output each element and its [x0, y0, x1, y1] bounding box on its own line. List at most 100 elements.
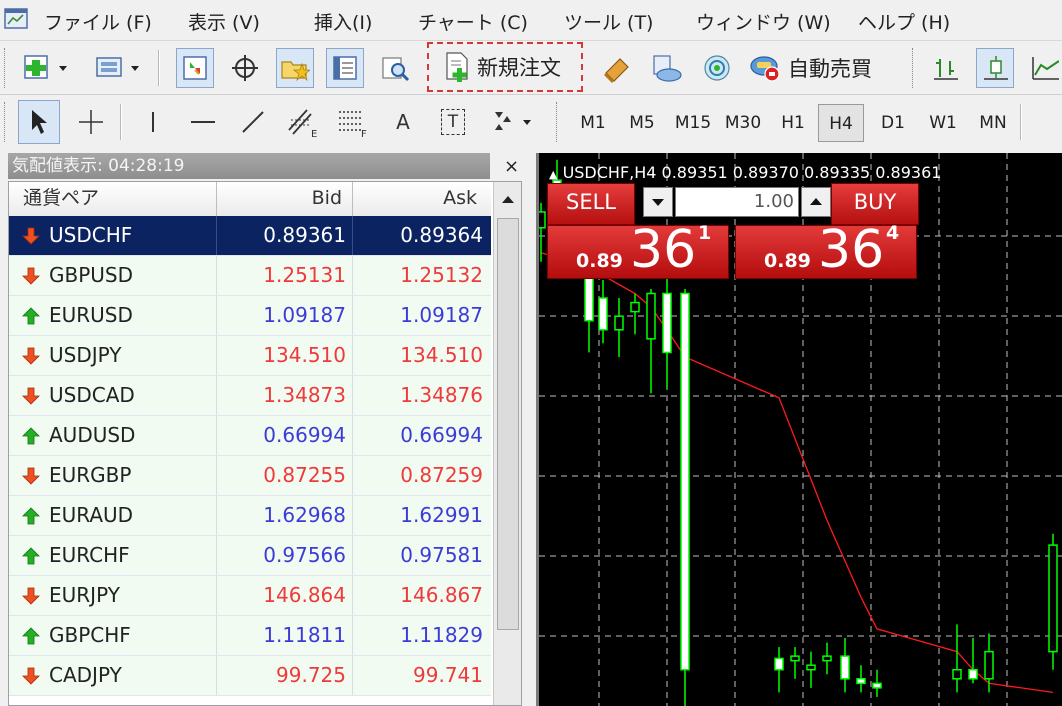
- buy-label-button[interactable]: BUY: [831, 183, 919, 225]
- auto-trading-button[interactable]: 自動売買: [748, 48, 872, 88]
- new-order-button[interactable]: 新規注文: [427, 42, 583, 92]
- horizontal-line-tool-button[interactable]: [184, 100, 222, 144]
- svg-text:F: F: [361, 129, 367, 138]
- lot-decrease-button[interactable]: [643, 187, 673, 217]
- table-row[interactable]: GBPCHF 1.11811 1.11829: [9, 616, 491, 656]
- table-row[interactable]: USDCAD 1.34873 1.34876: [9, 376, 491, 416]
- one-click-trading-panel: SELL BUY 1.00 0.89 36 1 0.89 36 4: [547, 183, 927, 283]
- ask-cell: 146.867: [400, 583, 483, 607]
- toolbar-grip[interactable]: [4, 48, 8, 88]
- table-row[interactable]: EURCHF 0.97566 0.97581: [9, 536, 491, 576]
- sell-price-button[interactable]: 0.89 36 1: [547, 220, 729, 280]
- timeframe-m30[interactable]: M30: [720, 104, 766, 142]
- table-row[interactable]: EURJPY 146.864 146.867: [9, 576, 491, 616]
- crosshair-tool-button[interactable]: [72, 100, 110, 144]
- text-label-tool-button[interactable]: T: [434, 100, 472, 144]
- signals-button[interactable]: [648, 48, 686, 88]
- candle-body: [774, 657, 784, 671]
- data-window-button[interactable]: [226, 48, 264, 88]
- symbol-cell: CADJPY: [9, 656, 217, 695]
- lot-increase-button[interactable]: [801, 187, 831, 217]
- timeframe-w1[interactable]: W1: [920, 104, 966, 142]
- column-header-ask[interactable]: Ask: [353, 182, 491, 216]
- menu-view[interactable]: 表示 (V): [188, 8, 260, 35]
- metaeditor-button[interactable]: [598, 48, 636, 88]
- table-row[interactable]: CADJPY 99.725 99.741: [9, 656, 491, 696]
- timeframe-m1[interactable]: M1: [570, 104, 616, 142]
- ask-cell: 0.97581: [400, 543, 483, 567]
- scrollbar-thumb[interactable]: [497, 218, 519, 630]
- market-watch-scrollbar[interactable]: [493, 182, 521, 705]
- toolbar-grip[interactable]: [912, 48, 916, 88]
- collapse-triangle-icon[interactable]: ▲: [549, 168, 557, 181]
- cursor-tool-button[interactable]: [18, 100, 60, 144]
- trendline-tool-button[interactable]: [234, 100, 272, 144]
- table-row[interactable]: EURAUD 1.62968 1.62991: [9, 496, 491, 536]
- table-row[interactable]: USDJPY 134.510 134.510: [9, 336, 491, 376]
- market-watch-icon: [183, 56, 207, 80]
- menu-file[interactable]: ファイル (F): [44, 8, 152, 35]
- text-tool-button[interactable]: A: [384, 100, 422, 144]
- ask-cell: 1.09187: [400, 303, 483, 327]
- text-label-icon: T: [441, 109, 465, 135]
- equidistant-channel-tool-button[interactable]: E: [284, 100, 322, 144]
- timeframe-m5[interactable]: M5: [619, 104, 665, 142]
- candle-body: [1048, 544, 1058, 653]
- candlestick-chart-button[interactable]: [976, 48, 1014, 88]
- fibonacci-tool-button[interactable]: F: [334, 100, 372, 144]
- new-chart-icon: [24, 55, 67, 79]
- timeframe-m15[interactable]: M15: [670, 104, 716, 142]
- sell-label-button[interactable]: SELL: [547, 183, 635, 225]
- candle-body: [680, 292, 690, 671]
- menu-help[interactable]: ヘルプ (H): [858, 8, 950, 35]
- timeframe-h1[interactable]: H1: [770, 104, 816, 142]
- table-row[interactable]: EURUSD 1.09187 1.09187: [9, 296, 491, 336]
- market-watch-panel: 通貨ペア Bid Ask USDCHF 0.89361 0.89364 GBPUSD 1…: [8, 181, 522, 706]
- timeframe-mn[interactable]: MN: [970, 104, 1016, 142]
- chart-window[interactable]: ▲ USDCHF,H4 0.89351 0.89370 0.89335 0.89…: [536, 153, 1062, 706]
- column-header-pair[interactable]: 通貨ペア: [9, 182, 217, 216]
- candle-body: [539, 211, 546, 229]
- crosshair-icon: [79, 110, 103, 134]
- table-row[interactable]: GBPUSD 1.25131 1.25132: [9, 256, 491, 296]
- toolbar-grip[interactable]: [4, 102, 8, 142]
- menu-tools[interactable]: ツール (T): [564, 8, 653, 35]
- column-header-bid[interactable]: Bid: [217, 182, 353, 216]
- market-button[interactable]: [698, 48, 736, 88]
- market-watch-toggle-button[interactable]: [176, 48, 214, 88]
- menu-insert[interactable]: 挿入(I): [314, 8, 372, 35]
- table-row[interactable]: AUDUSD 0.66994 0.66994: [9, 416, 491, 456]
- vertical-line-tool-button[interactable]: [134, 100, 172, 144]
- menu-chart[interactable]: チャート (C): [418, 8, 528, 35]
- bar-chart-button[interactable]: [926, 48, 964, 88]
- table-row[interactable]: EURGBP 0.87255 0.87259: [9, 456, 491, 496]
- candle-body: [856, 678, 866, 685]
- navigator-button[interactable]: [276, 48, 314, 88]
- line-chart-button[interactable]: [1026, 48, 1062, 88]
- terminal-button[interactable]: [326, 48, 364, 88]
- menu-window[interactable]: ウィンドウ (W): [696, 8, 831, 35]
- timeframe-d1[interactable]: D1: [870, 104, 916, 142]
- symbol-cell: EURCHF: [9, 536, 217, 575]
- ask-cell: 1.62991: [400, 503, 483, 527]
- lot-size-input[interactable]: 1.00: [675, 187, 799, 217]
- profiles-button[interactable]: [90, 48, 148, 88]
- timeframe-h4[interactable]: H4: [818, 104, 864, 142]
- toolbar-grip[interactable]: [556, 102, 560, 142]
- symbol-cell: EURJPY: [9, 576, 217, 615]
- ask-cell: 134.510: [400, 343, 483, 367]
- toolbar-separator: [120, 104, 122, 140]
- symbol-cell: EURGBP: [9, 456, 217, 495]
- bid-cell: 0.97566: [217, 536, 353, 575]
- chevron-up-icon: [810, 198, 822, 205]
- scroll-up-button[interactable]: [494, 184, 521, 214]
- table-row[interactable]: USDCHF 0.89361 0.89364: [9, 216, 491, 256]
- new-chart-button[interactable]: [18, 48, 76, 88]
- close-icon[interactable]: ×: [504, 158, 519, 176]
- terminal-icon: [333, 56, 357, 80]
- buy-price-button[interactable]: 0.89 36 4: [735, 220, 917, 280]
- candle-body: [614, 315, 624, 331]
- arrows-tool-button[interactable]: [486, 100, 538, 144]
- chart-info-label: ▲ USDCHF,H4 0.89351 0.89370 0.89335 0.89…: [549, 163, 942, 182]
- strategy-tester-button[interactable]: [376, 48, 414, 88]
